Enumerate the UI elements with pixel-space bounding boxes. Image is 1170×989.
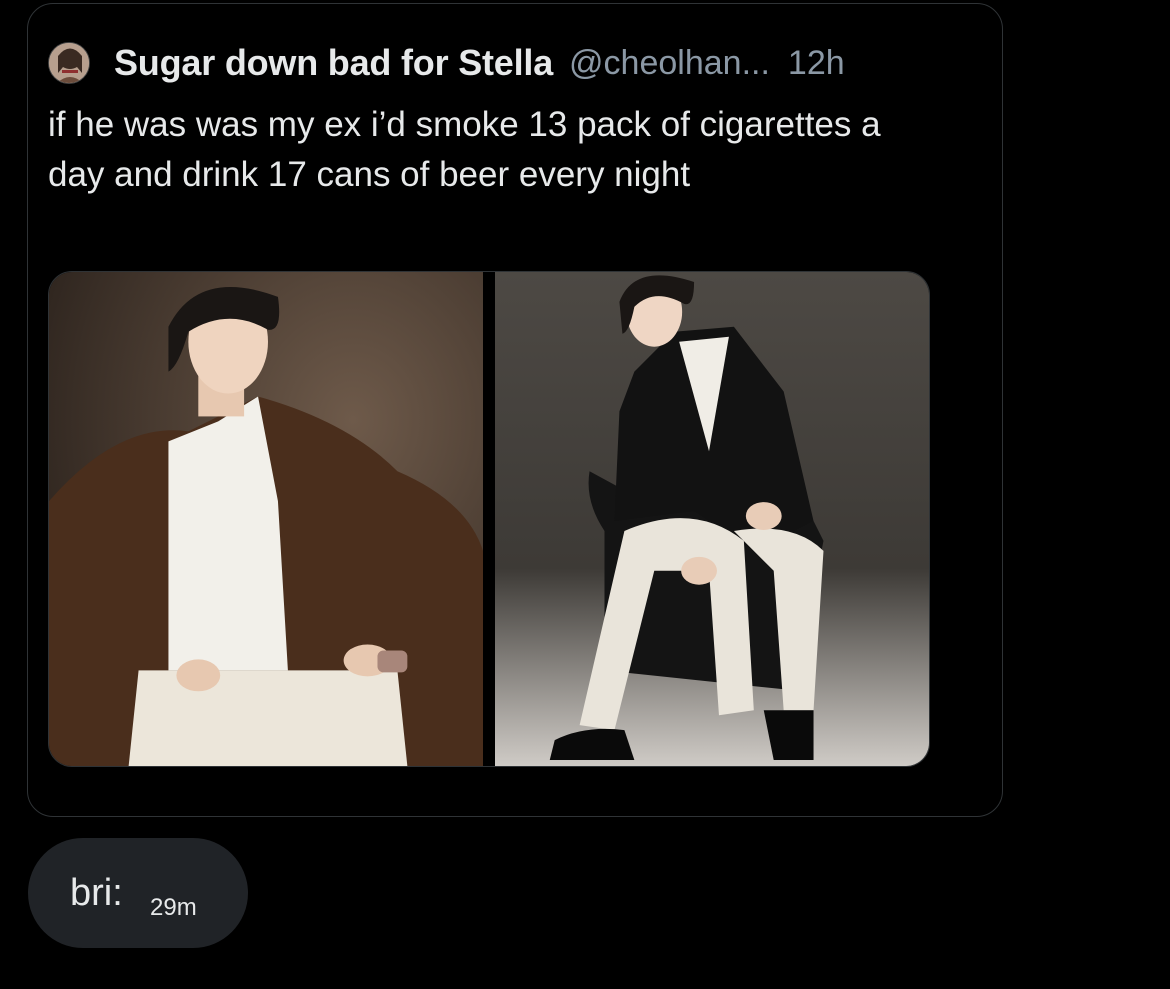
tweet-timestamp[interactable]: 12h bbox=[788, 44, 845, 83]
quoted-tweet-header: Sugar down bad for Stella @cheolhan... 1… bbox=[48, 38, 845, 88]
media-photo-1[interactable] bbox=[49, 272, 483, 766]
tweet-media-grid bbox=[48, 271, 930, 767]
user-avatar[interactable] bbox=[48, 42, 90, 84]
reply-sender-label: bri: bbox=[70, 872, 123, 914]
display-name[interactable]: Sugar down bad for Stella bbox=[114, 42, 553, 84]
reply-message-bubble[interactable]: bri: 29m bbox=[28, 838, 248, 948]
media-photo-2[interactable] bbox=[495, 272, 929, 766]
tweet-text: if he was was my ex i’d smoke 13 pack of… bbox=[48, 105, 881, 194]
reply-timestamp: 29m bbox=[150, 894, 197, 921]
user-handle[interactable]: @cheolhan... bbox=[569, 44, 770, 83]
